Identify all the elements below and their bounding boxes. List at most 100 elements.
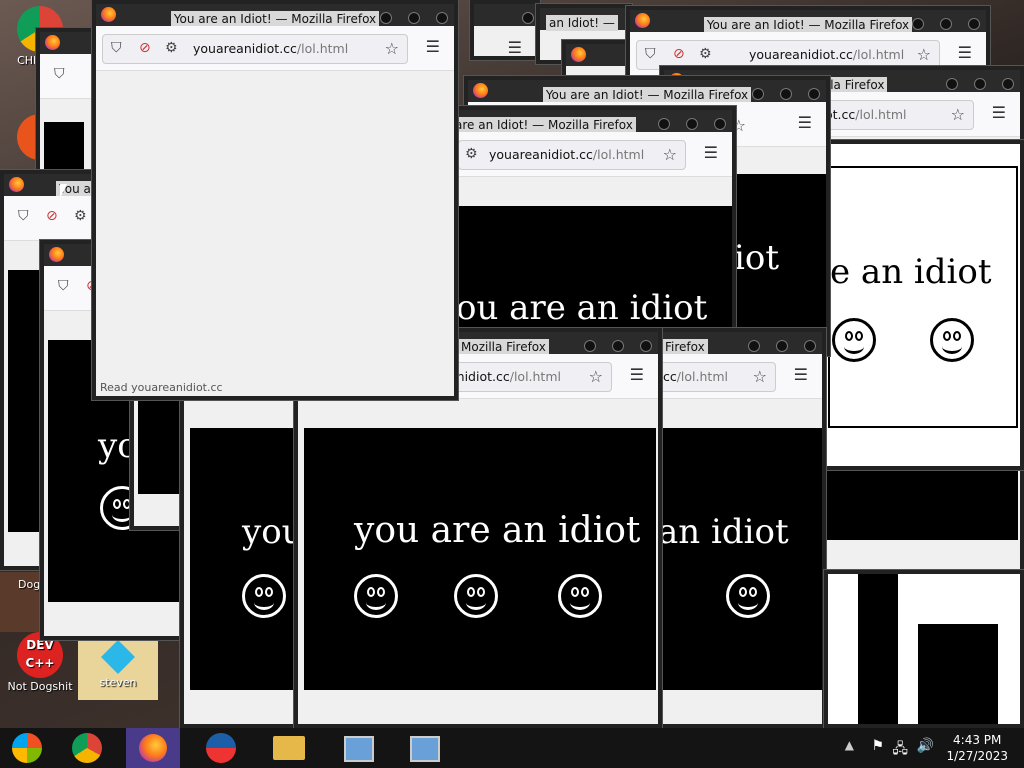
permissions-icon[interactable]: ⚙	[699, 46, 712, 62]
desktop-icon-label: Not Dogshit	[7, 680, 73, 693]
close-button[interactable]	[968, 18, 980, 30]
desktop-icon-label: Dog	[18, 578, 41, 591]
nav-bar: ⚙ youareanidiot.cc/lol.html ☆ ☰	[448, 132, 732, 177]
desktop-icon-dev-cpp[interactable]: DEV C++ Not Dogshit	[2, 632, 78, 693]
shield-icon[interactable]: ⛉	[18, 208, 29, 224]
network-icon[interactable]: 🖧	[892, 738, 908, 762]
nav-bar: .cc/lol.html ☆ ☰	[658, 354, 822, 399]
smiley-face-icon	[242, 574, 286, 618]
smiley-face-icon	[832, 318, 876, 362]
close-button[interactable]	[436, 12, 448, 24]
url-path: /lol.html	[855, 107, 907, 122]
browser-window-front[interactable]: You are an Idiot! — Mozilla Firefox ⛉ ⊘ …	[92, 0, 458, 400]
tracking-icon[interactable]: ⊘	[139, 40, 151, 56]
taskbar-program[interactable]	[338, 732, 378, 764]
page-black: an idiot	[658, 428, 822, 690]
shield-icon[interactable]: ⛉	[645, 46, 656, 62]
menu-icon[interactable]: ☰	[704, 143, 718, 162]
title-bar[interactable]: an Idiot! —	[540, 8, 628, 31]
menu-icon[interactable]: ☰	[508, 38, 522, 56]
firefox-icon	[571, 47, 586, 62]
url-path: /lol.html	[852, 47, 905, 62]
url-bar[interactable]: .cc/lol.html ☆	[658, 362, 776, 392]
title-bar[interactable]: You are an Idiot! — Mozilla Firefox	[630, 10, 986, 33]
browser-window[interactable]	[824, 570, 1024, 728]
page-black	[918, 624, 998, 724]
taskbar-firefox[interactable]	[126, 728, 180, 768]
browser-window[interactable]: e an idiot	[820, 140, 1024, 470]
url-path: /lol.html	[509, 369, 561, 384]
flag-icon[interactable]: ⚑	[871, 738, 884, 754]
slogan-text: you are an idiot	[354, 510, 641, 551]
browser-window[interactable]: Firefox .cc/lol.html ☆ ☰ an idiot	[654, 328, 826, 728]
status-bar: Read youareanidiot.cc	[100, 381, 223, 394]
volume-icon[interactable]: 🔊	[917, 738, 934, 754]
browser-window[interactable]: are an Idiot! — Mozilla Firefox ⚙ youare…	[444, 106, 736, 346]
clock-time: 4:43 PM	[953, 733, 1002, 747]
desktop-icon-steven[interactable]: steven	[78, 640, 158, 700]
firefox-icon	[139, 734, 167, 762]
shield-icon[interactable]: ⛉	[58, 278, 69, 294]
url-domain: youareanidiot.cc	[749, 47, 853, 62]
nav-bar: ⛉ ⊘ ⚙	[4, 196, 106, 241]
clock[interactable]: 4:43 PM 1/27/2023	[946, 732, 1008, 764]
clock-date: 1/27/2023	[946, 749, 1008, 763]
menu-icon[interactable]: ☰	[798, 113, 812, 132]
maximize-button[interactable]	[940, 18, 952, 30]
menu-icon[interactable]: ☰	[992, 103, 1006, 122]
firefox-icon	[45, 35, 60, 50]
window-title: an Idiot! —	[546, 15, 618, 31]
menu-icon[interactable]: ☰	[958, 43, 972, 62]
permissions-icon[interactable]: ⚙	[465, 146, 478, 162]
bookmark-star-icon[interactable]: ☆	[753, 367, 767, 386]
taskbar-program[interactable]	[404, 732, 444, 764]
shield-icon[interactable]: ⛉	[111, 40, 122, 56]
tray-expand-icon[interactable]: ▲	[845, 738, 854, 752]
permissions-icon[interactable]: ⚙	[165, 40, 178, 56]
desktop-icon-label: steven	[99, 676, 137, 689]
minimize-button[interactable]	[380, 12, 392, 24]
url-bar[interactable]: ⛉ ⊘ ⚙ youareanidiot.cc/lol.html ☆	[102, 34, 408, 64]
taskbar-app[interactable]	[202, 732, 242, 764]
bookmark-star-icon[interactable]: ☆	[385, 39, 399, 58]
title-bar[interactable]: You are an Idiot! — Mozilla Firefox	[468, 80, 826, 103]
page-content: Read youareanidiot.cc	[96, 71, 454, 396]
diamond-icon	[101, 640, 135, 674]
firefox-icon	[49, 247, 64, 262]
monitor-icon	[344, 736, 374, 762]
start-button[interactable]	[8, 732, 48, 764]
tracking-icon[interactable]: ⊘	[673, 46, 685, 62]
title-bar[interactable]: are an Idiot! — Mozilla Firefox	[448, 110, 732, 133]
menu-icon[interactable]: ☰	[426, 37, 440, 56]
tracking-icon[interactable]: ⊘	[46, 208, 58, 224]
url-path: /lol.html	[296, 41, 349, 56]
bookmark-star-icon[interactable]: ☆	[663, 145, 677, 164]
slogan-text: e an idiot	[830, 252, 992, 292]
shield-icon[interactable]: ⛉	[54, 66, 65, 82]
taskbar-chrome[interactable]	[68, 732, 108, 764]
page-white: e an idiot	[828, 166, 1018, 428]
title-bar[interactable]: You are	[4, 174, 106, 197]
title-bar[interactable]: You are an Idiot! — Mozilla Firefox	[96, 4, 454, 27]
url-bar[interactable]: ⚙ youareanidiot.cc/lol.html ☆	[458, 140, 686, 170]
taskbar-file-explorer[interactable]	[270, 732, 310, 764]
url-path: /lol.html	[592, 147, 645, 162]
menu-icon[interactable]: ☰	[794, 365, 808, 384]
title-bar[interactable]	[474, 4, 536, 26]
window-title: You are an Idiot! — Mozilla Firefox	[703, 17, 913, 33]
smiley-face-icon	[558, 574, 602, 618]
bookmark-star-icon[interactable]: ☆	[951, 105, 965, 124]
monitor-icon	[410, 736, 440, 762]
bookmark-star-icon[interactable]: ☆	[589, 367, 603, 386]
desktop: CHR DIS Dog DEV C++ Not Dogshit steven ☰…	[0, 0, 1024, 728]
page-black: ou are an idiot	[456, 206, 732, 342]
minimize-button[interactable]	[912, 18, 924, 30]
browser-window[interactable]: ☰	[470, 0, 540, 60]
url-domain: youareanidiot.cc	[193, 41, 297, 56]
chrome-icon	[72, 733, 102, 763]
bookmark-star-icon[interactable]: ☆	[917, 45, 931, 64]
menu-icon[interactable]: ☰	[630, 365, 644, 384]
permissions-icon[interactable]: ⚙	[74, 208, 87, 224]
maximize-button[interactable]	[408, 12, 420, 24]
title-bar[interactable]: Firefox	[658, 332, 822, 355]
